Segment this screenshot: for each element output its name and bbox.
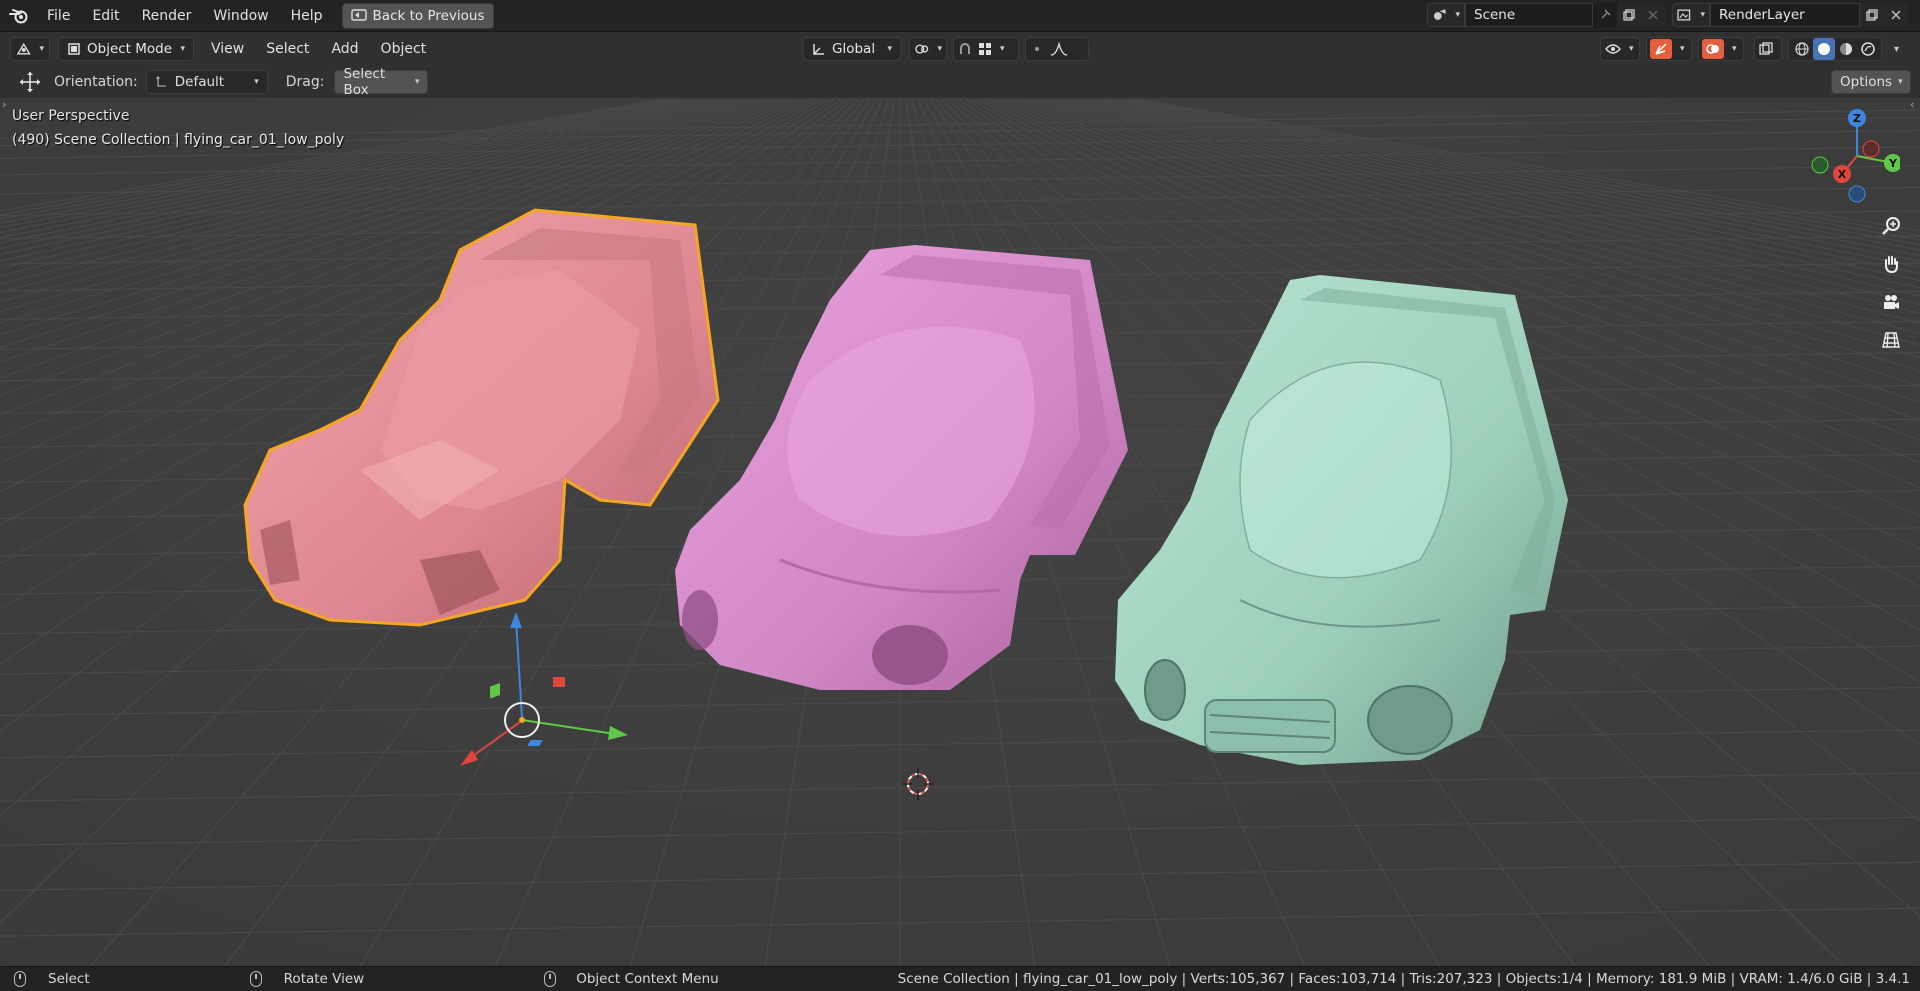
status-context-menu-hint: Object Context Menu [544,971,719,987]
camera-view-icon[interactable] [1876,287,1906,317]
rendered-shading-icon[interactable] [1857,38,1879,60]
pivot-point-button[interactable]: ▾ [909,37,947,61]
shading-mode-group [1788,37,1882,61]
object-mode-icon [68,43,80,55]
editor-type-button[interactable]: ▾ [10,37,50,61]
svg-text:X: X [1838,168,1847,181]
gizmo-icon [1650,39,1672,59]
falloff-curve-icon [1050,42,1068,56]
orientation-icon [156,76,166,87]
pin-icon[interactable] [1593,3,1617,27]
new-view-layer-icon[interactable] [1860,3,1884,27]
drag-label: Drag: [285,74,325,90]
new-scene-icon[interactable] [1617,3,1641,27]
pan-hand-icon[interactable] [1876,249,1906,279]
menu-add[interactable]: Add [320,33,369,65]
proportional-editing-button[interactable] [1025,37,1089,61]
shading-options-dropdown-icon[interactable]: ▾ [1894,44,1899,55]
zoom-icon[interactable] [1876,211,1906,241]
orientation-label: Orientation: [54,74,138,90]
back-to-previous-label: Back to Previous [372,7,485,24]
tool-settings-header: Orientation: Default ▾ Drag: Select Box … [0,66,1920,98]
back-to-previous-button[interactable]: Back to Previous [341,2,494,29]
3d-view-icon [16,42,31,55]
orientation-selector[interactable]: Default ▾ [145,70,268,94]
view-layer-selector: ▾ RenderLayer [1672,3,1908,27]
mode-label: Object Mode [87,41,173,57]
move-tool-icon[interactable] [16,71,44,93]
global-axes-icon [813,44,824,55]
navigation-axis-gizmo[interactable]: Z Y X [1800,106,1900,206]
gizmo-toggle-button[interactable]: ▾ [1646,37,1692,61]
material-preview-icon[interactable] [1835,38,1857,60]
sidebar-toggle-icon[interactable]: ‹ [1910,98,1914,111]
status-select-hint: Select [14,971,90,987]
status-bar: Select Rotate View Object Context Menu S… [0,966,1920,991]
wireframe-shading-icon[interactable] [1791,38,1813,60]
perspective-toggle-icon[interactable] [1876,325,1906,355]
top-bar: File Edit Render Window Help Back to Pre… [0,0,1920,32]
status-rotate-hint: Rotate View [249,971,364,987]
mode-selector[interactable]: Object Mode ▾ [58,37,194,61]
transform-orientation-selector[interactable]: Global ▾ [803,37,901,61]
overlays-toggle-button[interactable]: ▾ [1698,37,1744,61]
collection-info-label: (490) Scene Collection | flying_car_01_l… [12,132,345,148]
menu-select[interactable]: Select [255,33,320,65]
render-layer-icon [1677,9,1691,21]
scene-browse-button[interactable]: ▾ [1427,3,1465,27]
svg-text:Y: Y [1888,157,1898,170]
middle-mouse-icon [249,971,262,987]
snap-button[interactable]: ▾ [953,37,1019,61]
menu-view[interactable]: View [200,33,255,65]
menu-render[interactable]: Render [131,0,203,32]
scene-name-field[interactable]: Scene [1465,3,1593,27]
pivot-icon [915,44,929,54]
svg-text:Z: Z [1853,112,1861,125]
menu-file[interactable]: File [36,0,81,32]
solid-shading-icon[interactable] [1813,38,1835,60]
xray-icon [1759,42,1773,55]
scene-selector: ▾ Scene [1427,3,1665,27]
right-mouse-icon [544,971,557,987]
drag-selector[interactable]: Select Box ▾ [334,66,429,98]
eye-icon [1605,44,1621,54]
menu-object[interactable]: Object [370,33,438,65]
view-perspective-label: User Perspective [12,108,130,124]
3d-viewport[interactable]: User Perspective (490) Scene Collection … [0,66,1920,966]
snap-magnet-icon [960,43,970,54]
menu-edit[interactable]: Edit [81,0,130,32]
visibility-button[interactable]: ▾ [1600,37,1640,61]
snap-increment-icon [979,43,991,55]
viewport-grid [0,66,1920,966]
proportional-edit-icon [1035,47,1039,51]
scene-icon [1433,9,1446,20]
overlays-icon [1702,39,1724,59]
xray-toggle-button[interactable] [1754,37,1782,61]
back-screen-icon [350,8,367,21]
blender-logo-icon[interactable] [6,0,32,32]
delete-scene-icon[interactable] [1641,3,1665,27]
options-dropdown[interactable]: Options ▾ [1831,70,1911,94]
menu-window[interactable]: Window [202,0,279,32]
menu-help[interactable]: Help [280,0,334,32]
left-mouse-icon [14,971,26,987]
toolbar-toggle-icon[interactable]: › [2,98,6,111]
delete-view-layer-icon[interactable] [1884,3,1908,27]
scene-statistics: Scene Collection | flying_car_01_low_pol… [897,971,1910,987]
viewport-header: ▾ Object Mode ▾ View Select Add Object G… [0,32,1920,66]
view-layer-browse-button[interactable]: ▾ [1672,3,1710,27]
render-layer-field[interactable]: RenderLayer [1710,3,1860,27]
